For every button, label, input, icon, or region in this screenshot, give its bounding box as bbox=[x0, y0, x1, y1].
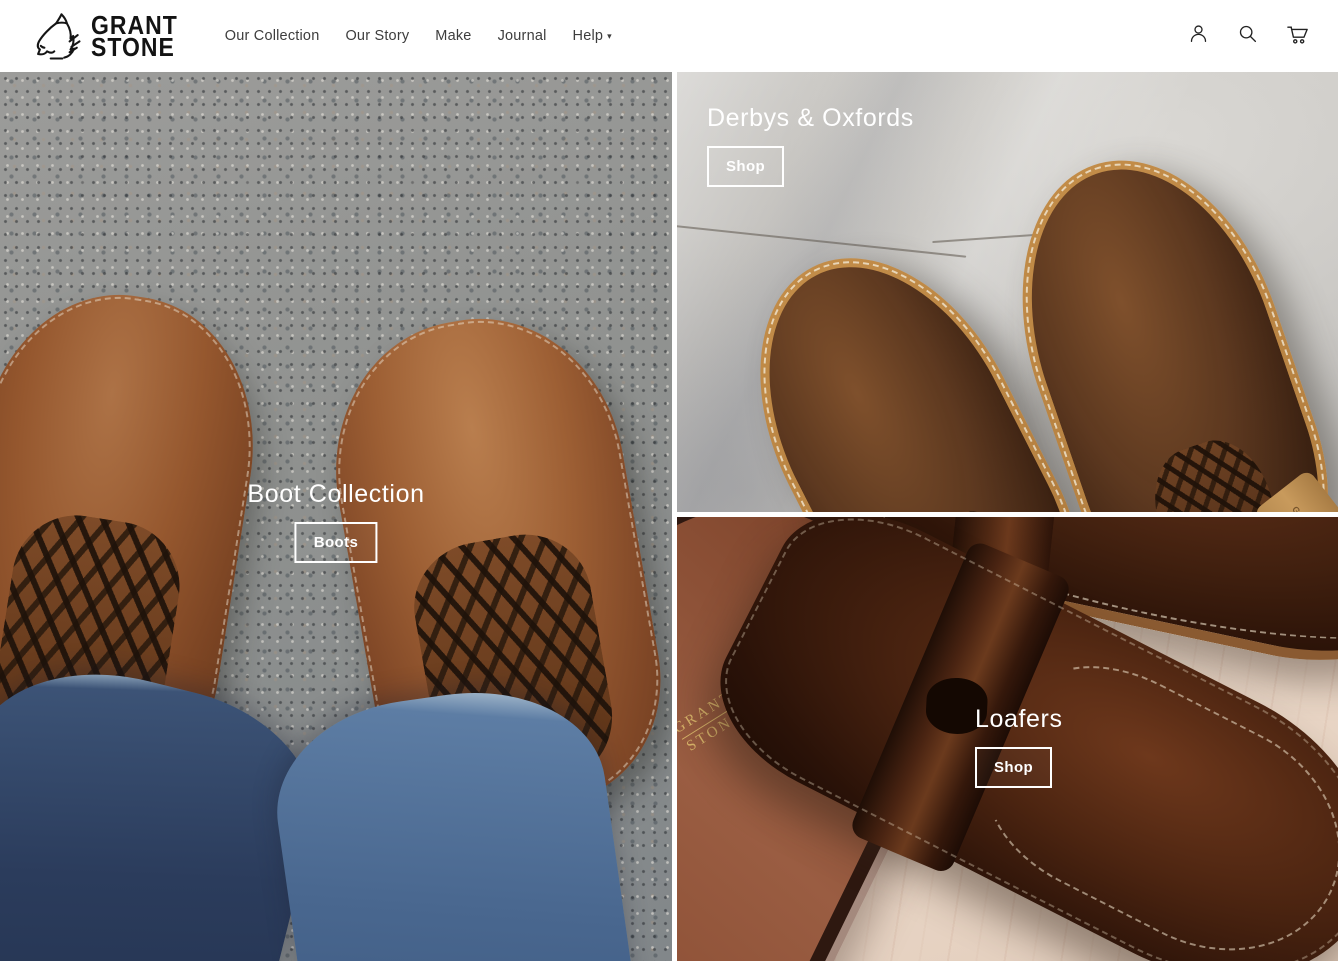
logo-line-2: STONE bbox=[91, 36, 178, 58]
derbys-shop-button[interactable]: Shop bbox=[707, 146, 784, 187]
nav-our-story[interactable]: Our Story bbox=[332, 18, 422, 54]
boots-shop-button[interactable]: Boots bbox=[295, 522, 378, 563]
tile-title: Loafers bbox=[975, 705, 1063, 734]
loafers-shop-button[interactable]: Shop bbox=[975, 747, 1052, 788]
boot-collection-overlay: Boot Collection Boots bbox=[247, 480, 424, 563]
nav-help[interactable]: Help▾ bbox=[560, 18, 625, 54]
search-icon[interactable] bbox=[1237, 23, 1258, 49]
nav-journal[interactable]: Journal bbox=[485, 18, 560, 54]
tile-title: Boot Collection bbox=[247, 480, 424, 509]
tile-loafers: GRANT STONE Loafers Shop bbox=[677, 517, 1338, 961]
horse-head-icon bbox=[30, 10, 84, 62]
nav-our-collection[interactable]: Our Collection bbox=[212, 18, 333, 54]
main-nav: Our Collection Our Story Make Journal He… bbox=[212, 18, 625, 54]
cart-icon[interactable] bbox=[1286, 23, 1310, 50]
shoe-tree-stamp: GRANT STONE bbox=[1290, 504, 1338, 512]
tile-boot-collection: Boot Collection Boots bbox=[0, 72, 672, 961]
tile-derbys-oxfords: GRANT STONE Derbys & Oxfords Shop bbox=[677, 72, 1338, 512]
tile-title: Derbys & Oxfords bbox=[707, 104, 914, 133]
nav-make[interactable]: Make bbox=[422, 18, 484, 54]
chevron-down-icon: ▾ bbox=[607, 31, 612, 41]
account-icon[interactable] bbox=[1188, 23, 1209, 49]
concrete-crack bbox=[677, 224, 966, 257]
logo-wordmark: GRANT STONE bbox=[91, 14, 178, 59]
site-header: GRANT STONE Our Collection Our Story Mak… bbox=[0, 0, 1342, 72]
loafers-overlay: Loafers Shop bbox=[975, 705, 1063, 788]
logo[interactable]: GRANT STONE bbox=[30, 10, 178, 62]
derbys-overlay: Derbys & Oxfords Shop bbox=[707, 104, 914, 187]
collection-grid: Boot Collection Boots GRANT STONE Derbys… bbox=[0, 72, 1342, 961]
header-actions bbox=[1188, 23, 1312, 50]
